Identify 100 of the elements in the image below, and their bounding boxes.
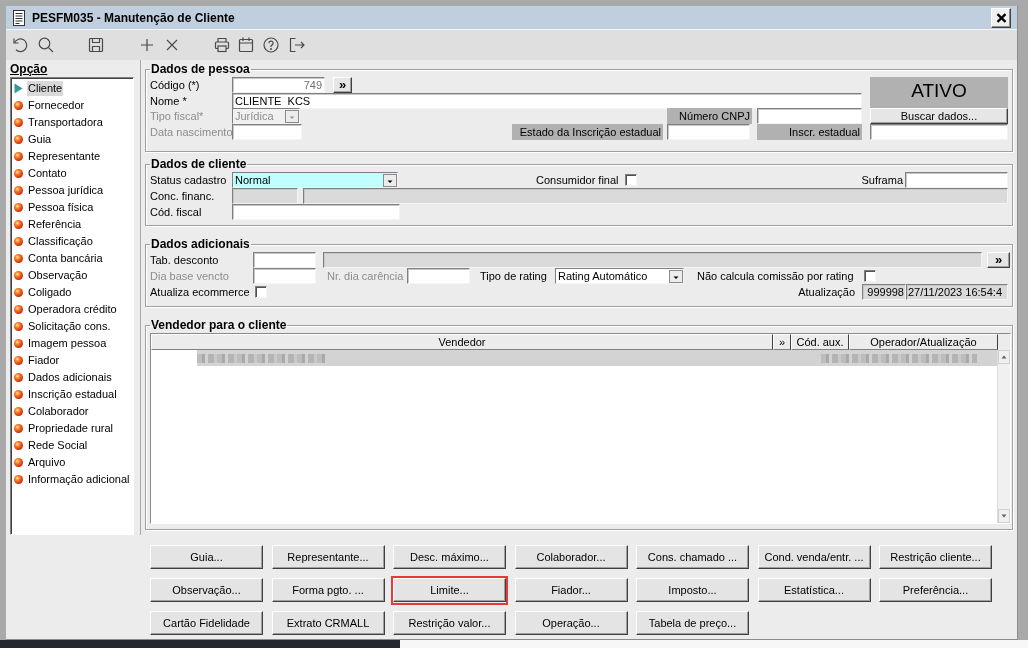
state-registration-field[interactable] [870,124,1008,140]
calendar-icon[interactable] [237,36,255,54]
field-label: Atualização [798,285,855,300]
option-item[interactable]: Solicitação cons. [27,319,112,334]
column-header[interactable]: Cód. aux. [791,334,849,350]
option-item[interactable]: Conta bancária [27,251,104,266]
panel-heading: Opção [10,62,48,76]
option-item[interactable]: Pessoa física [27,200,95,215]
option-item[interactable]: Classificação [27,234,94,249]
registration-state-field[interactable] [667,124,750,140]
field-label: Estado da Inscrição estadual [512,124,663,140]
column-header[interactable]: Vendedor [151,334,773,350]
help-icon[interactable] [262,36,280,54]
status-select[interactable]: Normal [232,172,398,188]
action-button[interactable]: Representante... [271,545,385,569]
action-button[interactable]: Cons. chamado ... [636,545,749,569]
action-button[interactable]: Tabela de preço... [636,611,749,635]
field-label: Cód. fiscal [150,205,202,220]
option-item[interactable]: Imagem pessoa [27,336,108,351]
option-item[interactable]: Coligado [27,285,73,300]
field-label: Dia base vencto [150,269,229,284]
more-button[interactable]: » [333,77,352,93]
option-item[interactable]: Rede Social [27,438,89,453]
option-item[interactable]: Contato [27,166,68,181]
cnpj-field[interactable] [757,108,862,124]
undo-icon[interactable] [11,36,29,54]
option-item[interactable]: Propriedade rural [27,421,114,436]
option-item[interactable]: Arquivo [27,455,67,470]
field-label: Tipo de rating [480,269,547,284]
birth-date-field[interactable] [232,124,302,140]
option-item[interactable]: Operadora crédito [27,302,118,317]
timestamp-field[interactable]: 27/11/2023 16:54:4 [906,284,1008,300]
vertical-scrollbar[interactable] [997,350,1010,523]
option-item[interactable]: Referência [27,217,83,232]
option-item[interactable]: Transportadora [27,115,104,130]
option-item[interactable]: Guia [27,132,53,147]
group-title: Dados de pessoa [151,62,250,76]
column-header[interactable]: » [773,334,791,350]
option-item[interactable]: Pessoa jurídica [27,183,105,198]
discount-table-field[interactable] [253,252,316,268]
due-day-field[interactable] [253,268,316,284]
fiscal-code-field[interactable] [232,204,400,220]
discount-table-description-field[interactable] [323,252,982,268]
action-button[interactable]: Extrato CRMALL [271,611,385,635]
action-button[interactable]: Fiador... [514,578,628,602]
field-label: Tipo fiscal* [150,109,204,124]
search-data-button[interactable]: Buscar dados... [870,108,1008,124]
option-item[interactable]: Representante [27,149,102,164]
plus-icon[interactable] [138,36,156,54]
code-field[interactable]: 749 [232,77,325,93]
action-button[interactable]: Limite... [393,578,506,602]
field-label: Não calcula comissão por rating [697,269,854,284]
action-button[interactable]: Guia... [150,545,263,569]
field-label: Status cadastro [150,173,227,188]
option-item[interactable]: Fiador [27,353,61,368]
suframa-field[interactable] [905,172,1008,188]
more-button[interactable]: » [987,252,1010,268]
field-label: Código (*) [150,78,200,93]
close-button[interactable] [991,7,1011,28]
status-panel: ATIVO [870,77,1008,108]
save-icon[interactable] [87,36,105,54]
action-button[interactable]: Desc. máximo... [393,545,506,569]
action-button[interactable]: Estatística... [757,578,871,602]
field-label: Nome * [150,94,187,109]
checkbox[interactable] [624,174,637,186]
checkbox[interactable] [864,270,876,282]
option-item[interactable]: Colaborador [27,404,90,419]
checkbox[interactable] [255,286,267,298]
operator-field[interactable]: 999998 [862,284,906,300]
financial-code-field[interactable] [232,188,298,204]
action-button[interactable]: Restrição cliente... [879,545,992,569]
action-button[interactable]: Restrição valor... [393,611,506,635]
search-icon[interactable] [37,36,55,54]
field-label: Suframa [861,173,903,188]
action-button[interactable]: Forma pgto. ... [271,578,385,602]
action-button[interactable]: Cond. venda/entr. ... [757,545,871,569]
grace-days-field[interactable] [407,268,470,284]
option-item[interactable]: Dados adicionais [27,370,113,385]
action-button[interactable]: Preferência... [879,578,992,602]
action-button[interactable]: Cartão Fidelidade [150,611,263,635]
action-button[interactable]: Operação... [514,611,628,635]
name-field[interactable]: CLIENTE KCS [232,93,862,109]
action-button[interactable]: Observação... [150,578,263,602]
option-item[interactable]: Fornecedor [27,98,86,113]
close-icon [995,12,1007,23]
option-item[interactable]: Inscrição estadual [27,387,118,402]
printer-icon[interactable] [213,36,231,54]
action-button[interactable]: Imposto... [636,578,749,602]
option-item[interactable]: Observação [27,268,89,283]
action-button[interactable]: Colaborador... [514,545,628,569]
option-item[interactable]: Informação adicional [27,472,131,487]
column-header[interactable]: Operador/Atualização [849,334,998,350]
table-row[interactable] [151,350,997,366]
rating-type-select[interactable]: Rating Automático [555,268,684,284]
financial-description-field[interactable] [303,188,1008,204]
document-icon [13,9,25,26]
field-label: Número CNPJ [667,108,752,124]
option-item[interactable]: Cliente [27,81,64,96]
group-title: Dados de cliente [151,157,247,171]
exit-icon[interactable] [288,36,306,54]
